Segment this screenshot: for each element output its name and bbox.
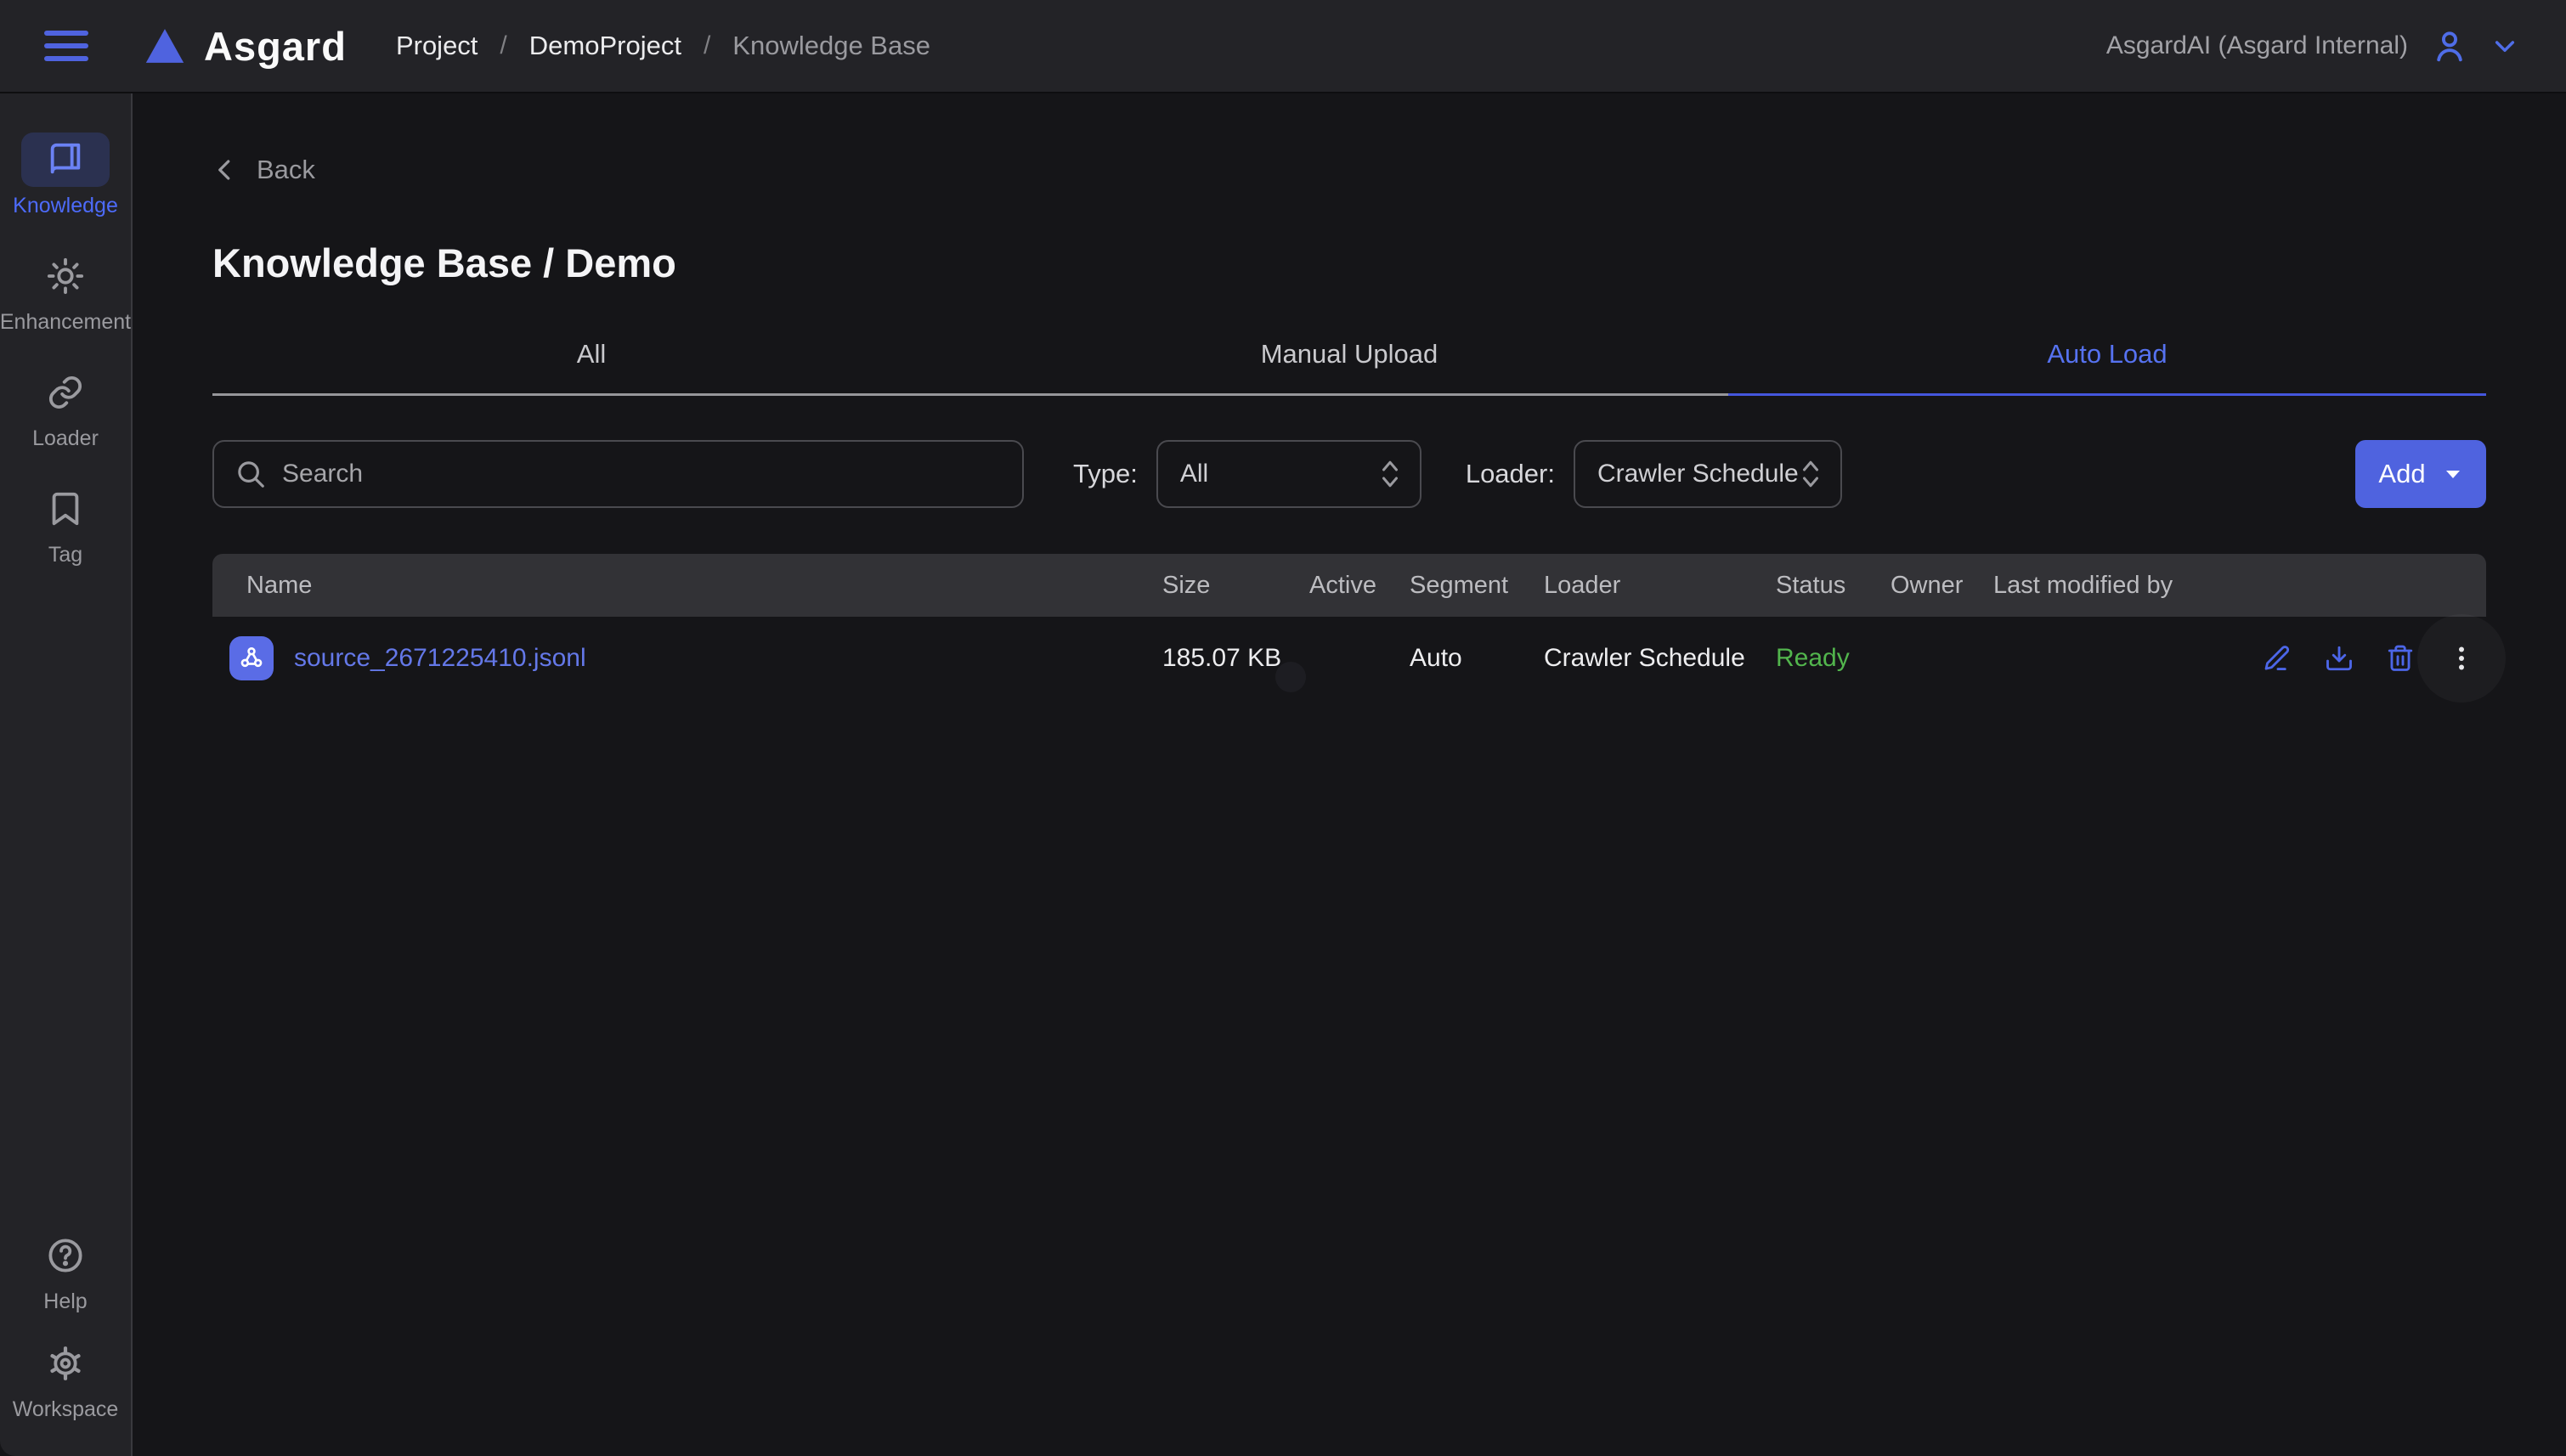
add-button[interactable]: Add: [2355, 440, 2486, 508]
back-button[interactable]: Back: [212, 155, 315, 185]
top-navbar: Asgard Project / DemoProject / Knowledge…: [0, 0, 2566, 93]
sidebar-item-loader[interactable]: Loader: [0, 365, 131, 451]
gear-icon: [46, 1344, 85, 1383]
sidebar-item-knowledge[interactable]: Knowledge: [0, 133, 131, 218]
table-row: source_2671225410.jsonl 185.07 KB Auto C…: [212, 617, 2486, 700]
type-filter-label: Type:: [1073, 459, 1138, 489]
sun-icon: [46, 257, 85, 296]
select-chevrons-icon: [1379, 457, 1401, 491]
add-button-label: Add: [2378, 459, 2425, 489]
back-label: Back: [257, 155, 315, 185]
loader-filter-label: Loader:: [1466, 459, 1555, 489]
status-badge: Ready: [1776, 644, 1891, 673]
user-icon: [2430, 26, 2469, 65]
select-chevrons-icon: [1800, 457, 1822, 491]
column-header-active: Active: [1309, 572, 1410, 600]
source-file-link[interactable]: source_2671225410.jsonl: [294, 644, 586, 673]
loader-select-value: Crawler Schedule: [1597, 460, 1799, 488]
breadcrumb-separator: /: [500, 31, 506, 60]
sidebar-item-label: Workspace: [13, 1397, 119, 1422]
caret-down-icon: [2443, 464, 2463, 484]
sidebar-item-label: Enhancement: [0, 310, 131, 335]
sidebar-item-tag[interactable]: Tag: [0, 482, 131, 567]
sidebar-footer: Help Workspace: [0, 1228, 131, 1422]
column-header-owner: Owner: [1891, 572, 1993, 600]
sidebar-item-help[interactable]: Help: [0, 1228, 131, 1314]
trash-icon: [2385, 643, 2416, 674]
pencil-icon: [2263, 643, 2293, 674]
chevron-left-icon: [212, 155, 238, 184]
kebab-menu-icon: [2446, 643, 2477, 674]
row-actions: [2248, 642, 2486, 674]
sidebar-item-label: Tag: [48, 543, 82, 567]
column-header-size: Size: [1162, 572, 1309, 600]
brand-logo: Asgard: [141, 22, 347, 70]
sidebar-item-workspace[interactable]: Workspace: [0, 1336, 131, 1422]
column-header-segment: Segment: [1410, 572, 1544, 600]
sidebar-item-enhancement[interactable]: Enhancement: [0, 249, 131, 335]
bookmark-icon: [46, 489, 85, 528]
more-options-button[interactable]: [2445, 642, 2478, 674]
column-header-status: Status: [1776, 572, 1891, 600]
file-type-badge: [229, 636, 274, 680]
table-header-row: Name Size Active Segment Loader Status O…: [212, 554, 2486, 617]
tab-all[interactable]: All: [212, 339, 970, 396]
sidebar-item-label: Help: [43, 1290, 87, 1314]
breadcrumb-demoproject[interactable]: DemoProject: [529, 31, 681, 61]
breadcrumb-knowledge-base: Knowledge Base: [732, 31, 930, 61]
book-icon: [46, 140, 85, 179]
download-button[interactable]: [2323, 642, 2355, 674]
jsonl-file-icon: [237, 644, 266, 673]
chevron-down-icon: [2491, 32, 2518, 59]
account-name: AsgardAI (Asgard Internal): [2106, 31, 2408, 60]
main-content: Back Knowledge Base / Demo All Manual Up…: [133, 93, 2566, 1456]
app-window: Asgard Project / DemoProject / Knowledge…: [0, 0, 2566, 1456]
hamburger-menu-icon[interactable]: [44, 31, 88, 61]
type-select-value: All: [1180, 460, 1208, 488]
tab-auto-load[interactable]: Auto Load: [1728, 339, 2486, 396]
search-input[interactable]: [282, 460, 1002, 488]
search-box: [212, 440, 1024, 508]
sources-table: Name Size Active Segment Loader Status O…: [212, 554, 2486, 700]
loader-select[interactable]: Crawler Schedule: [1574, 440, 1842, 508]
search-icon: [235, 458, 267, 490]
tab-bar: All Manual Upload Auto Load: [212, 339, 2486, 396]
breadcrumb: Project / DemoProject / Knowledge Base: [396, 31, 930, 61]
breadcrumb-project[interactable]: Project: [396, 31, 478, 61]
tab-manual-upload[interactable]: Manual Upload: [970, 339, 1728, 396]
column-header-loader: Loader: [1544, 572, 1776, 600]
sidebar: Knowledge Enhancement Loader Tag: [0, 93, 133, 1456]
sidebar-item-label: Knowledge: [13, 194, 118, 218]
help-circle-icon: [46, 1236, 85, 1275]
type-select[interactable]: All: [1156, 440, 1421, 508]
column-header-last-modified-by: Last modified by: [1993, 572, 2248, 600]
sidebar-item-label: Loader: [32, 426, 99, 451]
column-header-name: Name: [212, 572, 1162, 600]
cell-loader: Crawler Schedule: [1544, 644, 1776, 673]
breadcrumb-separator: /: [704, 31, 710, 60]
delete-button[interactable]: [2384, 642, 2416, 674]
edit-button[interactable]: [2262, 642, 2294, 674]
download-icon: [2324, 643, 2354, 674]
account-menu[interactable]: AsgardAI (Asgard Internal): [2106, 26, 2518, 65]
page-title: Knowledge Base / Demo: [212, 240, 2486, 286]
cell-segment: Auto: [1410, 644, 1544, 673]
brand-name: Asgard: [204, 23, 347, 70]
filter-toolbar: Type: All Loader: Crawler Schedule Add: [212, 440, 2486, 508]
link-icon: [46, 373, 85, 412]
triangle-logo-icon: [141, 22, 189, 70]
